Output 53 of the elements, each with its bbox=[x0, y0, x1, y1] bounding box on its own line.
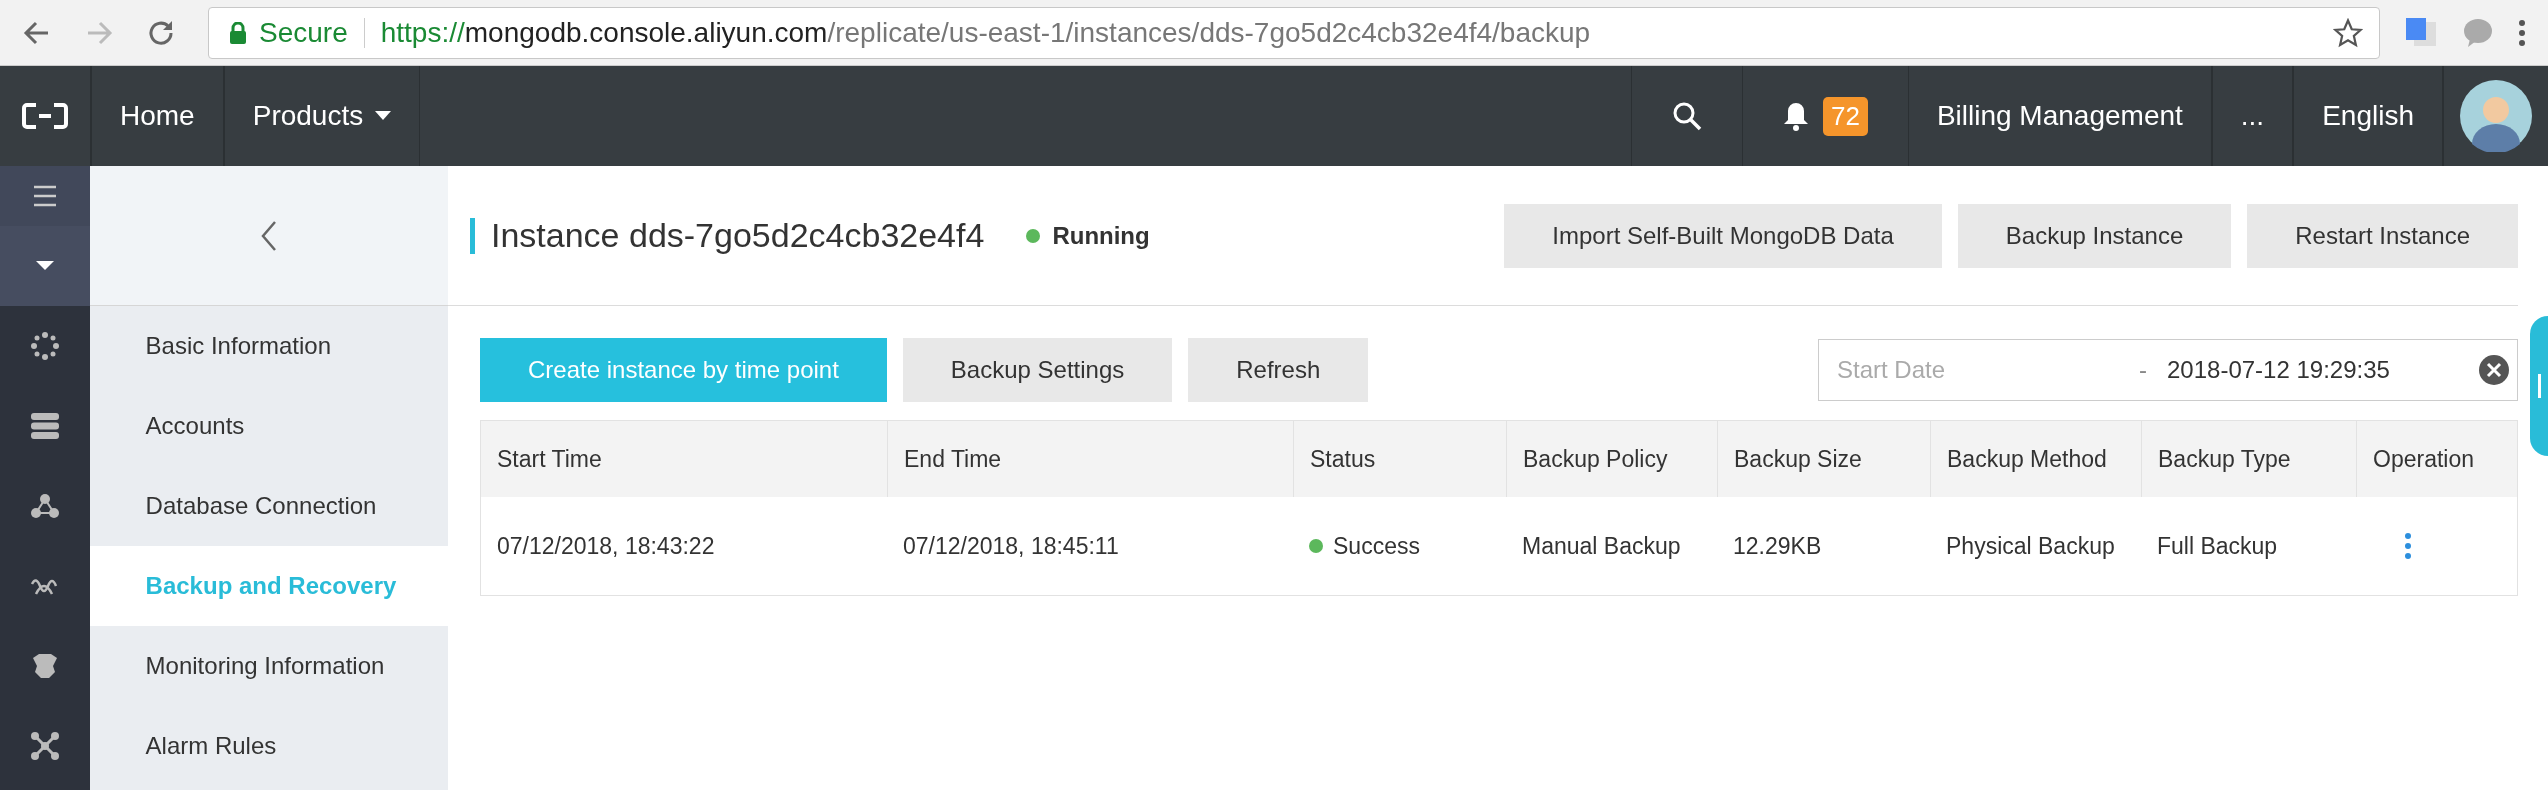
action-button[interactable]: Restart Instance bbox=[2247, 203, 2518, 268]
menu-icon[interactable] bbox=[33, 185, 56, 207]
network-icon[interactable] bbox=[29, 493, 60, 519]
toolbar-button[interactable]: Refresh bbox=[1188, 338, 1369, 402]
sidebar-item[interactable]: Database Connection bbox=[89, 466, 448, 546]
url-text: https://mongodb.console.aliyun.com/replicate/us-east-1/instances/dds-7go5d2c4cb32e4f4/backup bbox=[380, 16, 1592, 49]
lock-icon bbox=[229, 21, 247, 44]
instance-title: Instance dds-7go5d2c4cb32e4f4 bbox=[491, 216, 985, 255]
server-icon[interactable] bbox=[30, 413, 59, 439]
status-text: Running bbox=[1052, 221, 1150, 250]
toolbar-button[interactable]: Backup Settings bbox=[902, 338, 1173, 402]
secure-label: Secure bbox=[259, 16, 348, 49]
column-header: Status bbox=[1293, 421, 1506, 497]
table-cell: Success bbox=[1333, 532, 1420, 560]
column-header: End Time bbox=[887, 421, 1293, 497]
column-header: Start Time bbox=[496, 444, 603, 474]
avatar-icon[interactable] bbox=[2460, 80, 2532, 152]
table-cell-text: 07/12/2018, 18:45:11 bbox=[902, 531, 1120, 561]
more-icon[interactable] bbox=[2518, 18, 2526, 47]
action-button[interactable]: Import Self-Built MongoDB Data bbox=[1504, 203, 1942, 268]
table-cell-text: 07/12/2018, 18:43:22 bbox=[496, 531, 716, 561]
cross-nodes-icon[interactable] bbox=[30, 732, 59, 760]
sidebar-item[interactable]: Alarm Rules bbox=[89, 706, 448, 786]
table-cell-text: Manual Backup bbox=[1521, 531, 1682, 561]
sidebar-item[interactable]: Accounts bbox=[89, 386, 448, 466]
end-date-value: 2018-07-12 19:29:35 bbox=[2167, 356, 2391, 384]
logo-icon[interactable] bbox=[22, 103, 68, 129]
bell-icon[interactable] bbox=[1782, 101, 1809, 131]
date-range-field[interactable]: Start Date - 2018-07-12 19:29:35 bbox=[1818, 339, 2518, 401]
more-vertical-icon[interactable] bbox=[2404, 533, 2412, 559]
caret-icon bbox=[375, 111, 392, 121]
table-cell-text: Physical Backup bbox=[1945, 531, 2116, 561]
table-cell-text: 12.29KB bbox=[1732, 531, 1823, 561]
back-chevron-icon[interactable] bbox=[260, 219, 277, 252]
caret-icon[interactable] bbox=[35, 261, 54, 271]
range-separator: - bbox=[2139, 356, 2147, 384]
table-cell-text: Full Backup bbox=[2156, 531, 2279, 561]
notification-count: 72 bbox=[1822, 96, 1868, 136]
clear-icon[interactable] bbox=[2479, 355, 2509, 385]
column-header: Backup Policy bbox=[1506, 421, 1717, 497]
column-header: Backup Size bbox=[1717, 421, 1930, 497]
sidebar-item[interactable]: Monitoring Information bbox=[89, 626, 448, 706]
action-button[interactable]: Backup Instance bbox=[1957, 203, 2232, 268]
sidebar-item[interactable]: Basic Information bbox=[89, 306, 448, 386]
wave-icon[interactable] bbox=[29, 576, 60, 596]
search-icon[interactable] bbox=[1671, 101, 1702, 131]
column-header: Backup Type bbox=[2141, 421, 2356, 497]
column-header: Backup Method bbox=[1930, 421, 2141, 497]
dotted-circle-icon[interactable] bbox=[30, 332, 59, 360]
star-icon[interactable] bbox=[2333, 17, 2363, 48]
status-dot bbox=[1026, 228, 1041, 243]
column-header: Operation bbox=[2356, 421, 2517, 497]
address-bar[interactable]: Secure https://mongodb.console.aliyun.com/replicate/us-east-1/instances/dds-7go5d2c4cb32e4f4/backup bbox=[208, 6, 2380, 59]
